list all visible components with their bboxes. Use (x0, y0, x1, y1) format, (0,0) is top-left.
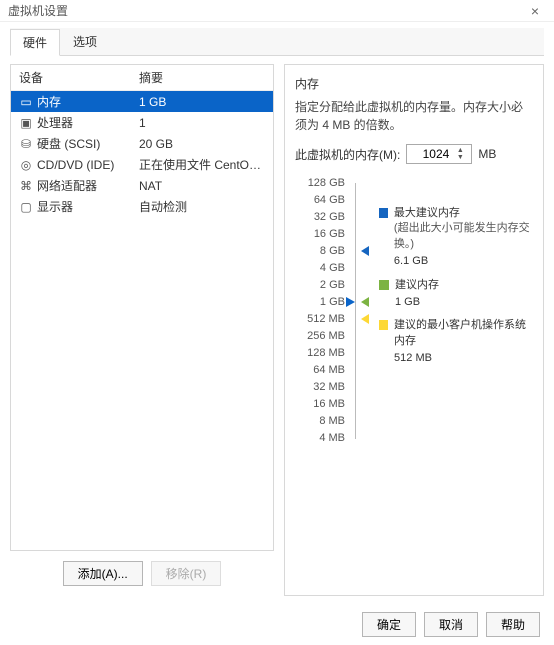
legend-rec-val: 1 GB (395, 295, 439, 310)
marker-rec-icon (361, 297, 369, 307)
tab-bar: 硬件 选项 (10, 28, 544, 56)
add-button[interactable]: 添加(A)... (63, 561, 143, 586)
tick: 16 GB (314, 227, 345, 242)
cancel-button[interactable]: 取消 (424, 612, 478, 637)
hw-row-display[interactable]: ▢ 显示器 自动检测 (11, 196, 273, 217)
legend-max: 最大建议内存 (超出此大小可能发生内存交换。) 6.1 GB (379, 206, 533, 270)
hw-summary: 自动检测 (139, 198, 265, 215)
memory-slider[interactable] (355, 183, 356, 439)
hw-row-memory[interactable]: ▭ 内存 1 GB (11, 91, 273, 112)
tab-options[interactable]: 选项 (60, 28, 110, 55)
tick: 32 GB (314, 210, 345, 225)
memory-unit: MB (478, 147, 496, 161)
cd-icon: ◎ (19, 158, 33, 172)
hw-row-network[interactable]: ⌘ 网络适配器 NAT (11, 175, 273, 196)
tick: 512 MB (307, 312, 345, 327)
spin-up-icon[interactable]: ▲ (453, 147, 467, 154)
hw-name: 网络适配器 (37, 177, 97, 194)
tab-hardware[interactable]: 硬件 (10, 29, 60, 56)
tick: 16 MB (313, 397, 345, 412)
hw-row-disk[interactable]: ⛁ 硬盘 (SCSI) 20 GB (11, 133, 273, 154)
window-title: 虚拟机设置 (8, 2, 524, 19)
legend-max-title: 最大建议内存 (394, 206, 533, 221)
tick: 2 GB (320, 278, 345, 293)
memory-panel: 内存 指定分配给此虚拟机的内存量。内存大小必须为 4 MB 的倍数。 此虚拟机的… (284, 64, 544, 596)
close-icon[interactable]: × (524, 4, 546, 18)
tick: 4 GB (320, 261, 345, 276)
tick: 128 MB (307, 346, 345, 361)
help-button[interactable]: 帮助 (486, 612, 540, 637)
hw-name: 处理器 (37, 114, 73, 131)
legend-rec-title: 建议内存 (395, 278, 439, 293)
memory-desc: 指定分配给此虚拟机的内存量。内存大小必须为 4 MB 的倍数。 (295, 98, 533, 134)
titlebar: 虚拟机设置 × (0, 0, 554, 22)
cpu-icon: ▣ (19, 116, 33, 130)
tick: 64 MB (313, 363, 345, 378)
memory-heading: 内存 (295, 75, 533, 92)
col-summary: 摘要 (139, 69, 163, 86)
marker-min-icon (361, 314, 369, 324)
memory-spinner[interactable]: ▲ ▼ (406, 144, 472, 164)
legend-min: 建议的最小客户机操作系统内存 512 MB (379, 318, 533, 366)
tick: 32 MB (313, 380, 345, 395)
memory-scale-labels: 128 GB 64 GB 32 GB 16 GB 8 GB 4 GB 2 GB … (295, 176, 345, 446)
legend-min-val: 512 MB (394, 351, 533, 366)
tick: 8 MB (319, 414, 345, 429)
tick: 64 GB (314, 193, 345, 208)
hw-name: 内存 (37, 93, 61, 110)
hw-row-cpu[interactable]: ▣ 处理器 1 (11, 112, 273, 133)
legend-rec: 建议内存 1 GB (379, 278, 533, 311)
memory-icon: ▭ (19, 95, 33, 109)
legend-max-val: 6.1 GB (394, 254, 533, 269)
spin-down-icon[interactable]: ▼ (453, 154, 467, 161)
hw-summary: 1 (139, 116, 265, 130)
hw-name: 显示器 (37, 198, 73, 215)
display-icon: ▢ (19, 200, 33, 214)
square-blue-icon (379, 208, 388, 218)
hardware-list: 设备 摘要 ▭ 内存 1 GB ▣ 处理器 1 ⛁ 硬盘 (SCSI) 20 GB ◎… (10, 64, 274, 551)
hw-summary: 20 GB (139, 137, 265, 151)
slider-thumb-icon[interactable] (346, 297, 355, 307)
tick: 4 MB (319, 431, 345, 446)
hw-summary: 正在使用文件 CentOS-7-x86_6... (139, 156, 265, 173)
hw-name: 硬盘 (SCSI) (37, 135, 100, 152)
square-yellow-icon (379, 320, 388, 330)
memory-input[interactable] (407, 147, 453, 161)
legend-max-sub: (超出此大小可能发生内存交换。) (394, 221, 533, 252)
col-device: 设备 (19, 69, 139, 86)
marker-max-icon (361, 246, 369, 256)
hw-summary: 1 GB (139, 95, 265, 109)
hw-name: CD/DVD (IDE) (37, 158, 114, 172)
legend-min-title: 建议的最小客户机操作系统内存 (394, 318, 533, 349)
tick: 8 GB (320, 244, 345, 259)
hw-row-cddvd[interactable]: ◎ CD/DVD (IDE) 正在使用文件 CentOS-7-x86_6... (11, 154, 273, 175)
net-icon: ⌘ (19, 179, 33, 193)
hw-summary: NAT (139, 179, 265, 193)
tick: 256 MB (307, 329, 345, 344)
disk-icon: ⛁ (19, 137, 33, 151)
tick: 128 GB (308, 176, 345, 191)
memory-label: 此虚拟机的内存(M): (295, 146, 400, 163)
remove-button[interactable]: 移除(R) (151, 561, 222, 586)
square-green-icon (379, 280, 389, 290)
ok-button[interactable]: 确定 (362, 612, 416, 637)
tick: 1 GB (320, 295, 345, 310)
